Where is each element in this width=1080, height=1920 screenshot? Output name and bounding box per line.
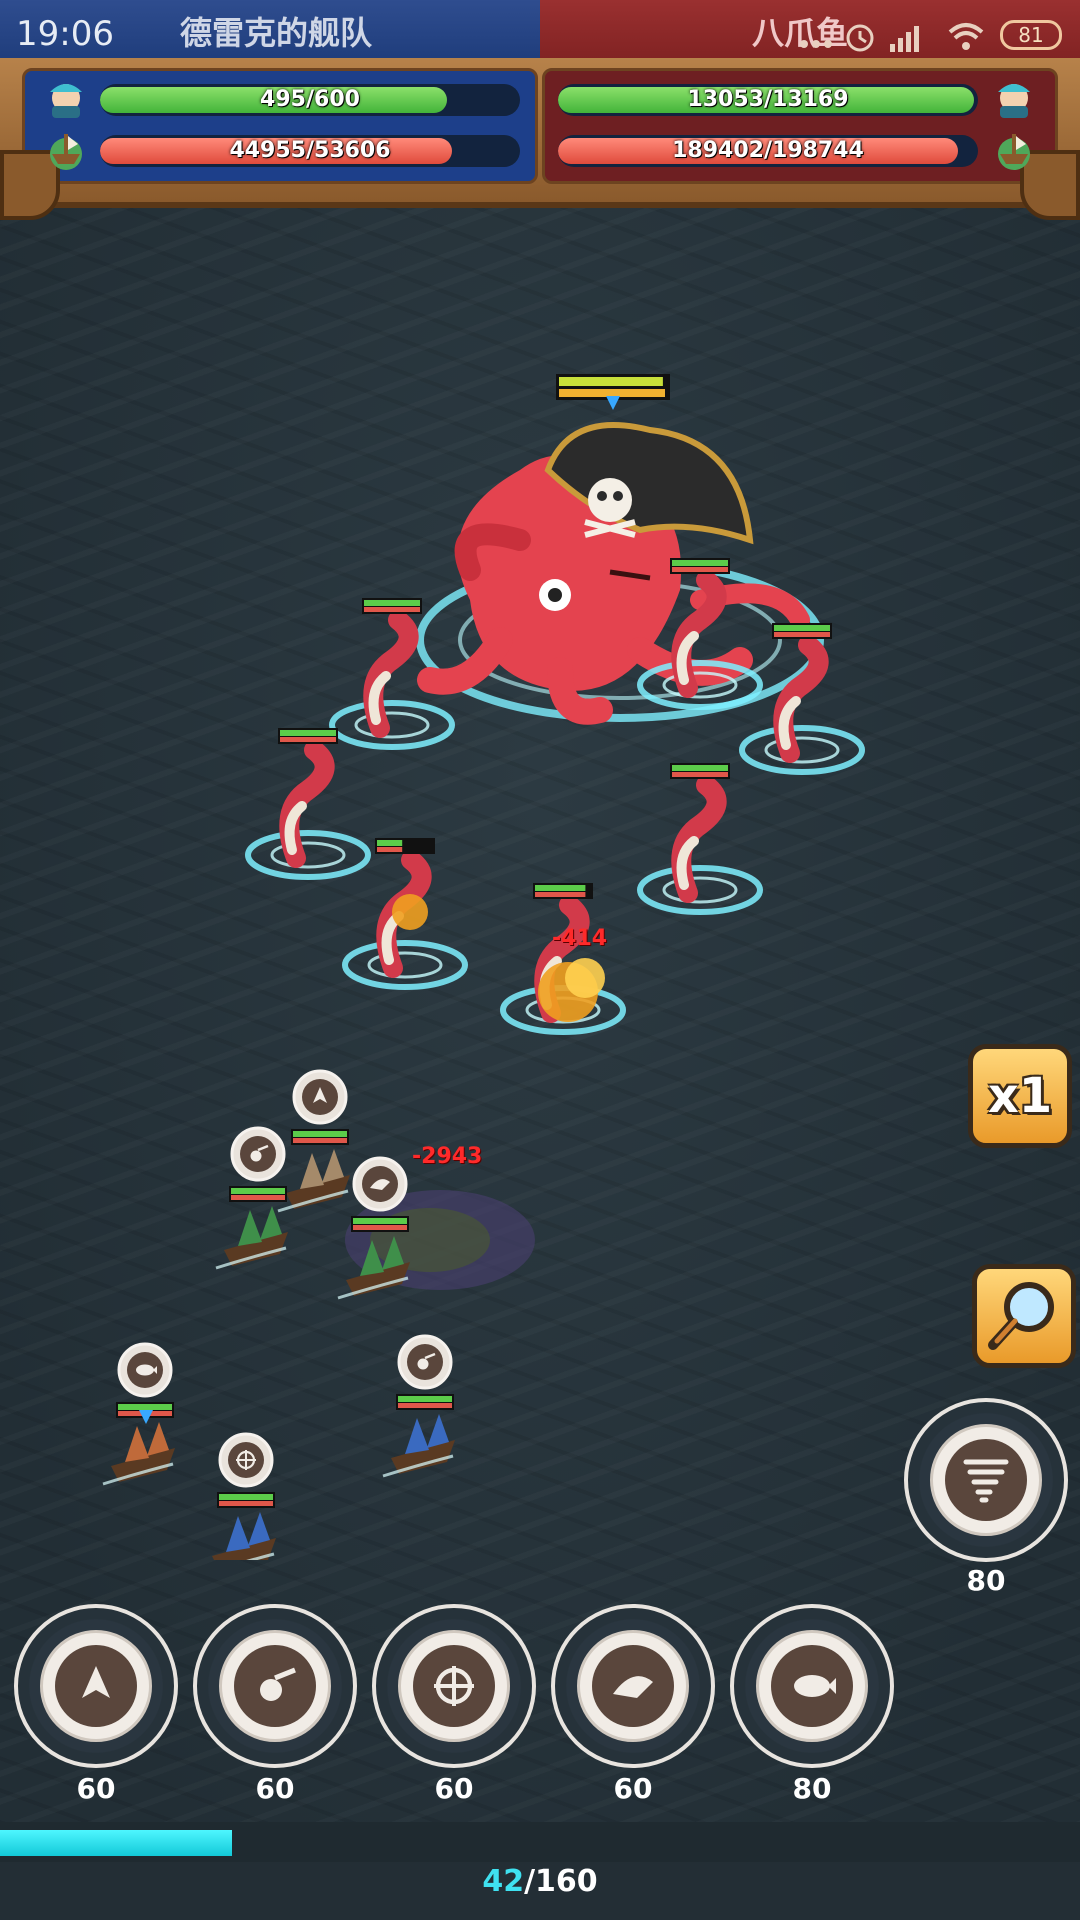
tentacle-hp-bar (533, 883, 593, 899)
tentacle-enemy[interactable] (245, 728, 371, 880)
ship-hull-icon (50, 134, 82, 170)
tentacle-hp-bar (278, 728, 338, 744)
energy-current: 42 (482, 1864, 525, 1899)
skill-button[interactable] (551, 1604, 715, 1768)
target-marker-icon (606, 396, 620, 410)
boss-hp-bar (556, 374, 670, 410)
ship-hp-bar (396, 1394, 454, 1410)
flame-crest-icon (82, 1666, 110, 1698)
battle-hud: 19:06 德雷克的舰队 八爪鱼 81 495/600 44955/53606 … (0, 0, 1080, 220)
skill-button[interactable] (730, 1604, 894, 1768)
skill-cost: 60 (76, 1772, 116, 1805)
ship-hull (277, 1149, 350, 1213)
skill-inner (55, 1645, 137, 1727)
ship-skill-badge (352, 1156, 408, 1212)
skill-inner (945, 1439, 1027, 1521)
whale-icon (794, 1675, 836, 1697)
tornado-skill-cost: 80 (966, 1564, 1006, 1597)
ship-skill-badge (230, 1126, 286, 1182)
player-ship-hp: 44955/53606 (229, 138, 391, 163)
player-ship[interactable] (215, 1126, 288, 1270)
crosshair-icon (434, 1666, 474, 1706)
ship-hull (382, 1414, 455, 1478)
ship-hull (102, 1422, 175, 1486)
skill-core (398, 1630, 510, 1742)
cannonball-icon (260, 1667, 296, 1701)
skill-button[interactable] (372, 1604, 536, 1768)
skill-inner (771, 1645, 853, 1727)
magnifier-icon (988, 1282, 1054, 1350)
crew-captain-icon (50, 84, 82, 118)
ship-skill-badge (117, 1342, 173, 1398)
player-ship-bar: 44955/53606 (100, 135, 520, 167)
ship-hull (215, 1206, 288, 1270)
skill-core (930, 1424, 1042, 1536)
signal-icon (890, 26, 919, 52)
skill-cost: 60 (255, 1772, 295, 1805)
skill-core (40, 1630, 152, 1742)
tentacle-hp-bar (670, 558, 730, 574)
player-crew-bar: 495/600 (100, 84, 520, 116)
enemy-ship-icon (998, 134, 1030, 170)
enemy-crew-bar: 13053/13169 (558, 84, 978, 116)
ship-hp-bar (229, 1186, 287, 1202)
player-ship[interactable] (382, 1334, 455, 1478)
ship-hp-bar (291, 1129, 349, 1145)
player-fleet-name: 德雷克的舰队 (180, 14, 373, 52)
inspect-button[interactable] (972, 1264, 1076, 1368)
player-crew-hp: 495/600 (260, 87, 360, 112)
enemy-crew-icon (998, 84, 1030, 118)
player-ship[interactable] (204, 1432, 276, 1560)
battlefield (102, 374, 865, 1560)
ship-hull (212, 1512, 276, 1560)
skill-cost: 60 (613, 1772, 653, 1805)
battery-indicator: 81 (1000, 20, 1062, 50)
damage-number: -414 (552, 926, 608, 951)
skill-cost: 60 (434, 1772, 474, 1805)
wifi-icon (948, 23, 984, 50)
tentacle-hp-bar (362, 598, 422, 614)
status-time: 19:06 (16, 14, 114, 54)
tentacle-hp-bar (772, 623, 832, 639)
enemy-ship-bar: 189402/198744 (558, 135, 978, 167)
skill-core (756, 1630, 868, 1742)
octopus-boss[interactable] (416, 422, 824, 725)
tentacle-enemy[interactable] (637, 763, 763, 915)
tentacle-hp-bar (375, 838, 435, 854)
energy-counter: 42/160 (0, 1864, 1080, 1899)
ship-hp-bar (351, 1216, 409, 1232)
player-ship[interactable] (102, 1342, 175, 1486)
ship-skill-badge (218, 1432, 274, 1488)
skill-cost: 80 (792, 1772, 832, 1805)
ship-skill-badge (292, 1069, 348, 1125)
speed-label: x1 (987, 1068, 1053, 1124)
ship-hp-bar (217, 1492, 275, 1508)
tornado-icon (963, 1459, 1009, 1503)
enemy-ship-hp: 189402/198744 (672, 138, 864, 163)
skill-core (219, 1630, 331, 1742)
battery-level: 81 (1018, 23, 1044, 47)
shark-icon (613, 1676, 653, 1698)
player-ship[interactable] (277, 1069, 350, 1213)
energy-fill (0, 1830, 233, 1856)
notification-dots-icon (800, 40, 832, 48)
skill-inner (592, 1645, 674, 1727)
speed-button[interactable]: x1 (968, 1044, 1072, 1148)
tentacle-hp-bar (670, 763, 730, 779)
damage-number: -2943 (412, 1144, 483, 1169)
skill-core (577, 1630, 689, 1742)
player-ships (102, 1069, 455, 1560)
skill-button[interactable] (193, 1604, 357, 1768)
alarm-icon (846, 24, 874, 52)
energy-bar (0, 1822, 1080, 1862)
skill-inner (234, 1645, 316, 1727)
ship-skill-badge (397, 1334, 453, 1390)
skill-inner (413, 1645, 495, 1727)
skill-button[interactable] (14, 1604, 178, 1768)
energy-max: /160 (524, 1864, 598, 1899)
enemy-crew-hp: 13053/13169 (687, 87, 849, 112)
tornado-skill-button[interactable] (904, 1398, 1068, 1562)
